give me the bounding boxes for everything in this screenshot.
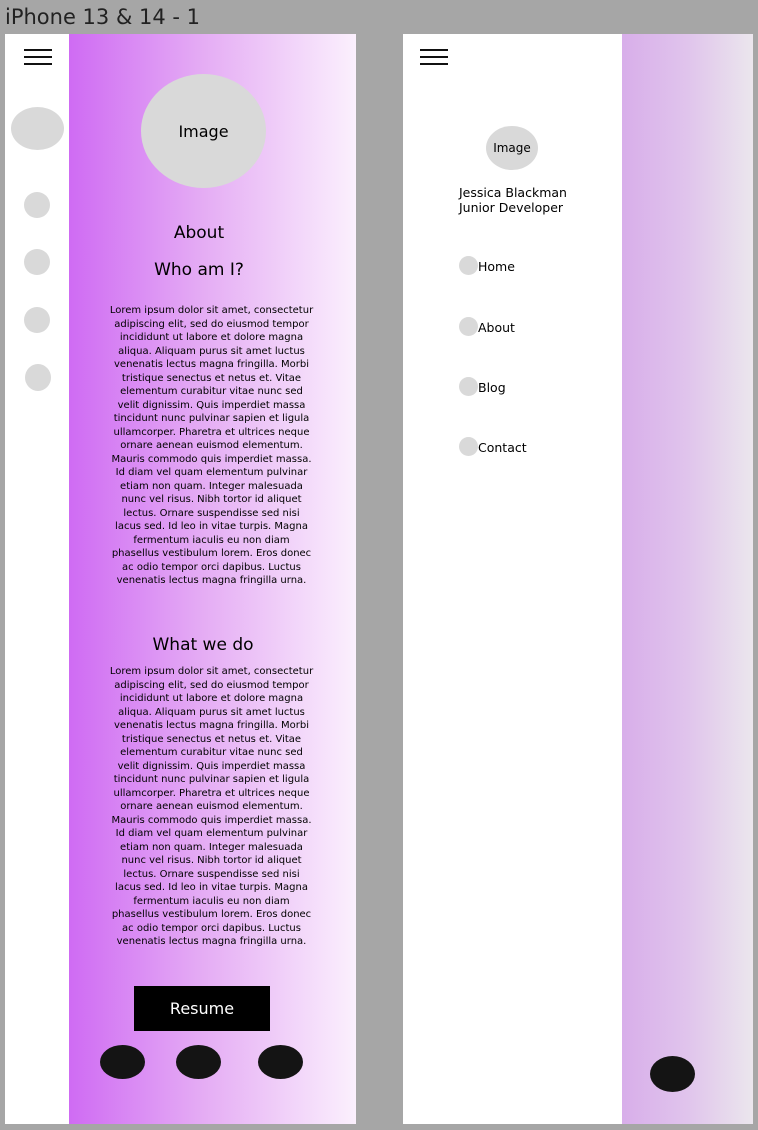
what-we-do-text: Lorem ipsum dolor sit amet, consectetur …	[109, 666, 314, 947]
image-placeholder-label: Image	[493, 141, 531, 155]
hamburger-menu-icon[interactable]	[24, 49, 52, 69]
social-icon-3[interactable]	[258, 1045, 303, 1079]
side-rail	[5, 34, 69, 1124]
nav-item-label: Contact	[478, 440, 527, 455]
what-we-do-heading: What we do	[152, 635, 254, 655]
avatar-icon[interactable]	[11, 107, 64, 150]
contact-icon	[459, 437, 478, 456]
menu-frame: Image Jessica Blackman Junior Developer …	[403, 34, 753, 1124]
about-heading: About	[173, 223, 225, 243]
floating-action-button[interactable]	[650, 1056, 695, 1092]
rail-home-icon[interactable]	[24, 192, 50, 218]
content-panel: Image About Who am I? Lorem ipsum dolor …	[69, 34, 356, 1124]
rail-about-icon[interactable]	[24, 249, 50, 275]
profile-image: Image	[141, 74, 266, 188]
nav-item-label: About	[478, 320, 515, 335]
social-icon-1[interactable]	[100, 1045, 145, 1079]
profile-name: Jessica Blackman	[459, 185, 567, 200]
who-am-i-text: Lorem ipsum dolor sit amet, consectetur …	[109, 305, 314, 586]
hamburger-menu-icon[interactable]	[420, 49, 448, 69]
who-am-i-heading: Who am I?	[154, 260, 244, 280]
blog-icon	[459, 377, 478, 396]
background-gradient-panel	[622, 34, 753, 1124]
image-placeholder-label: Image	[178, 121, 229, 141]
nav-item-label: Blog	[478, 380, 506, 395]
about-icon	[459, 317, 478, 336]
main-frame: Image About Who am I? Lorem ipsum dolor …	[5, 34, 356, 1124]
profile-role: Junior Developer	[459, 200, 564, 215]
frame-title: iPhone 13 & 14 - 1	[5, 5, 201, 29]
rail-contact-icon[interactable]	[25, 364, 51, 391]
home-icon	[459, 256, 478, 275]
profile-image: Image	[486, 126, 538, 170]
nav-item-label: Home	[478, 259, 515, 274]
resume-button[interactable]: Resume	[134, 986, 270, 1031]
social-icon-2[interactable]	[176, 1045, 221, 1079]
rail-blog-icon[interactable]	[24, 307, 50, 333]
